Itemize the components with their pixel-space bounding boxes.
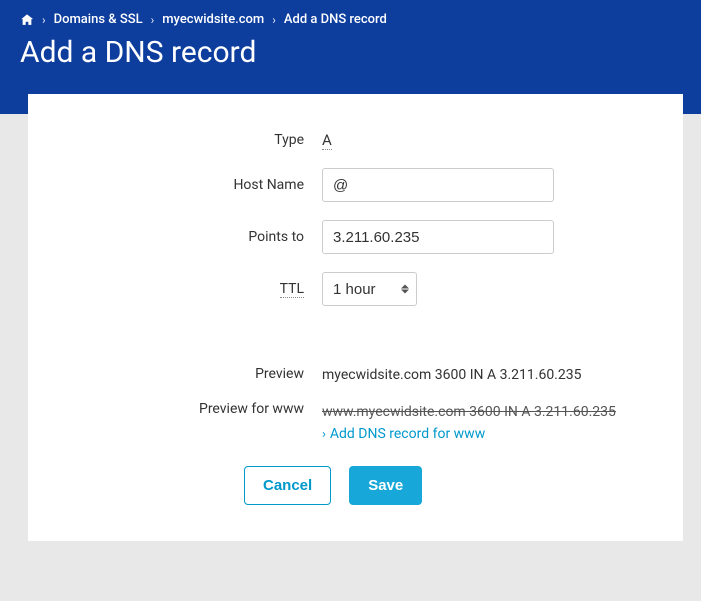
pointsto-label: Points to xyxy=(64,229,322,245)
hostname-label: Host Name xyxy=(64,177,322,193)
add-dns-record-label: Add DNS record for www xyxy=(330,426,485,442)
ttl-row: TTL 1 hour xyxy=(64,272,647,306)
pointsto-row: Points to xyxy=(64,220,647,254)
hostname-row: Host Name xyxy=(64,168,647,202)
type-label: Type xyxy=(64,132,322,148)
breadcrumb-item[interactable]: Domains & SSL xyxy=(54,12,143,27)
type-value-wrap: A xyxy=(322,130,647,150)
chevron-right-icon: › xyxy=(272,13,276,27)
save-button[interactable]: Save xyxy=(349,466,422,505)
cancel-button[interactable]: Cancel xyxy=(244,466,331,505)
preview-www-label: Preview for www xyxy=(64,401,322,417)
breadcrumb-item[interactable]: myecwidsite.com xyxy=(162,12,264,27)
preview-label: Preview xyxy=(64,366,322,382)
form-panel: Type A Host Name Points to TTL 1 hour xyxy=(28,94,683,541)
preview-www-value: www.myecwidsite.com 3600 IN A 3.211.60.2… xyxy=(322,404,616,420)
ttl-label: TTL xyxy=(64,281,322,297)
breadcrumb: › Domains & SSL › myecwidsite.com › Add … xyxy=(20,12,681,27)
type-value: A xyxy=(322,131,332,150)
home-icon[interactable] xyxy=(20,13,34,27)
chevron-right-icon: › xyxy=(42,13,46,27)
preview-value: myecwidsite.com 3600 IN A 3.211.60.235 xyxy=(322,367,581,383)
page-title: Add a DNS record xyxy=(20,35,681,70)
hostname-input[interactable] xyxy=(322,168,554,202)
chevron-right-icon: › xyxy=(151,13,155,27)
pointsto-input[interactable] xyxy=(322,220,554,254)
button-row: Cancel Save xyxy=(244,466,647,505)
add-dns-record-link[interactable]: › Add DNS record for www xyxy=(322,426,485,442)
chevron-right-icon: › xyxy=(322,427,326,442)
preview-www-row: Preview for www www.myecwidsite.com 3600… xyxy=(64,401,647,442)
type-row: Type A xyxy=(64,130,647,150)
preview-row: Preview myecwidsite.com 3600 IN A 3.211.… xyxy=(64,364,647,383)
ttl-select[interactable]: 1 hour xyxy=(322,272,417,306)
breadcrumb-item: Add a DNS record xyxy=(284,12,387,27)
